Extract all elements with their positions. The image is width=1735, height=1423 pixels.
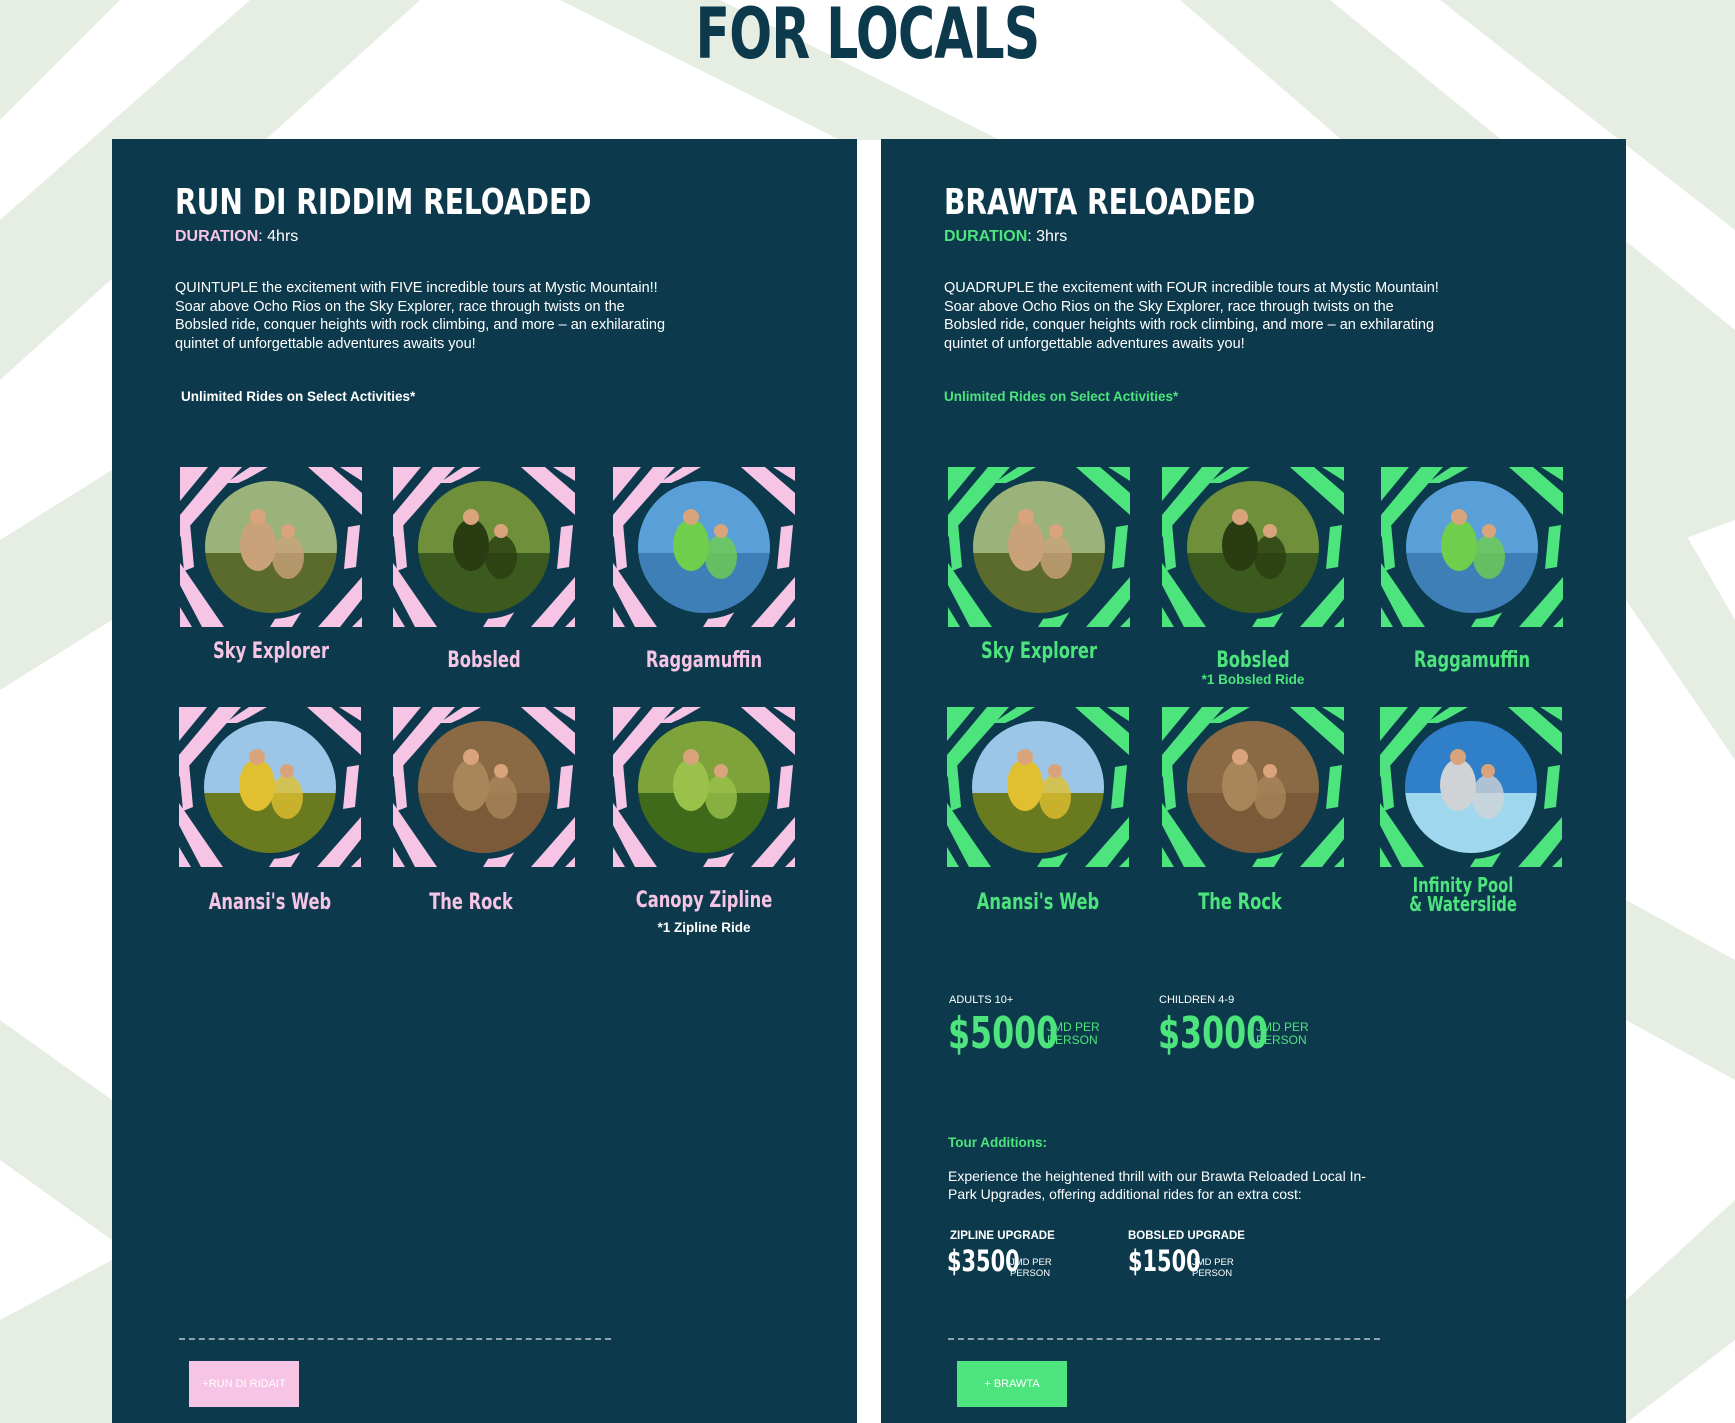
activity-tile-the-rock: [1162, 707, 1344, 867]
activity-tile-bobsled: [1162, 467, 1344, 627]
zipline-pattern-icon: [613, 707, 795, 867]
tour-duration: DURATION: 3hrs: [944, 228, 1067, 246]
activity-tile-anansis-web: [179, 707, 361, 867]
activity-name: Bobsled: [1216, 648, 1290, 673]
activity-tile-infinity-pool: [1380, 707, 1562, 867]
activity-name: The Rock: [429, 890, 513, 915]
activity-name: The Rock: [1198, 890, 1282, 915]
duration-label: DURATION: [944, 228, 1028, 245]
activity-name: Raggamuffin: [1413, 648, 1531, 673]
activity-name: Raggamuffin: [645, 648, 763, 673]
chairlift-pattern-icon: [180, 467, 362, 627]
bobsled-pattern-icon: [393, 467, 575, 627]
price-label-adults: ADULTS 10+: [949, 994, 1014, 1006]
duration-value: : 3hrs: [1027, 228, 1068, 245]
chairlift-pattern-icon: [948, 467, 1130, 627]
swing-ride-pattern-icon: [1381, 467, 1563, 627]
ropes-course-pattern-icon: [947, 707, 1129, 867]
upgrade-label-bobsled: BOBSLED UPGRADE: [1128, 1230, 1245, 1242]
duration-label: DURATION: [175, 228, 259, 245]
activity-name: Canopy Zipline: [635, 888, 773, 913]
price-unit-line1: JMD PER: [1047, 1020, 1100, 1034]
activity-name-line2: & Waterslide: [1409, 892, 1517, 916]
upgrade-unit-line2: PERSON: [1192, 1268, 1233, 1279]
price-unit-line1: JMD PER: [1256, 1020, 1309, 1034]
upgrade-unit-line1: JMD PER: [1010, 1257, 1052, 1268]
swing-ride-pattern-icon: [613, 467, 795, 627]
activity-tile-bobsled: [393, 467, 575, 627]
upgrade-label-zipline: ZIPLINE UPGRADE: [950, 1230, 1055, 1242]
tour-description: QUADRUPLE the excitement with FOUR incre…: [944, 280, 1439, 352]
price-unit-line2: PERSON: [1047, 1033, 1098, 1047]
tour-additions-heading: Tour Additions:: [948, 1135, 1047, 1150]
unlimited-rides-note: Unlimited Rides on Select Activities*: [181, 389, 416, 404]
divider: [179, 1338, 611, 1340]
price-unit-adults: JMD PER PERSON: [1047, 1021, 1127, 1047]
activity-tile-the-rock: [393, 707, 575, 867]
tour-description: QUINTUPLE the excitement with FIVE incre…: [175, 280, 666, 352]
upgrade-unit-line1: JMD PER: [1192, 1257, 1234, 1268]
price-label-children: CHILDREN 4-9: [1159, 994, 1235, 1006]
climbing-wall-pattern-icon: [393, 707, 575, 867]
upgrade-unit-line2: PERSON: [1010, 1268, 1051, 1279]
activity-name: Sky Explorer: [213, 639, 329, 664]
upgrade-amount-zipline: $3500: [947, 1244, 1020, 1278]
tour-card-brawta: BRAWTA RELOADED DURATION: 3hrs QUADRUPLE…: [881, 139, 1626, 1423]
climbing-wall-pattern-icon: [1162, 707, 1344, 867]
activity-tile-canopy-zipline: [613, 707, 795, 867]
activity-name: Sky Explorer: [981, 639, 1097, 664]
divider: [948, 1338, 1380, 1340]
add-run-di-riddim-button[interactable]: +RUN DI RIDAIT: [189, 1361, 299, 1407]
duration-value: : 4hrs: [258, 228, 299, 245]
tour-title: BRAWTA RELOADED: [944, 182, 1256, 223]
activity-tile-sky-explorer: [948, 467, 1130, 627]
upgrade-unit-zipline: JMD PER PERSON: [1010, 1257, 1070, 1279]
upgrade-amount-bobsled: $1500: [1128, 1244, 1201, 1278]
waterslide-pattern-icon: [1380, 707, 1562, 867]
bobsled-pattern-icon: [1162, 467, 1344, 627]
price-unit-line2: PERSON: [1256, 1033, 1307, 1047]
activity-note: *1 Zipline Ride: [657, 920, 751, 935]
activity-name: Anansi's Web: [976, 890, 1100, 915]
ropes-course-pattern-icon: [179, 707, 361, 867]
activity-name: Anansi's Web: [208, 890, 332, 915]
tour-additions-text: Experience the heightened thrill with ou…: [948, 1168, 1366, 1202]
page-title: FOR LOCALS: [695, 0, 1040, 75]
activity-tile-raggamuffin: [613, 467, 795, 627]
tour-card-run-di-riddim: RUN DI RIDDIM RELOADED DURATION: 4hrs QU…: [112, 139, 857, 1423]
price-amount-children: $3000: [1158, 1008, 1269, 1059]
unlimited-rides-note: Unlimited Rides on Select Activities*: [944, 389, 1179, 404]
price-amount-adults: $5000: [948, 1008, 1059, 1059]
activity-tile-sky-explorer: [180, 467, 362, 627]
upgrade-unit-bobsled: JMD PER PERSON: [1192, 1257, 1252, 1279]
activity-name: Bobsled: [447, 648, 521, 673]
activity-tile-anansis-web: [947, 707, 1129, 867]
activity-note: *1 Bobsled Ride: [1201, 672, 1305, 687]
tour-duration: DURATION: 4hrs: [175, 228, 298, 246]
add-brawta-button[interactable]: + BRAWTA: [957, 1361, 1067, 1407]
tour-title: RUN DI RIDDIM RELOADED: [175, 182, 592, 223]
activity-tile-raggamuffin: [1381, 467, 1563, 627]
price-unit-children: JMD PER PERSON: [1256, 1021, 1336, 1047]
